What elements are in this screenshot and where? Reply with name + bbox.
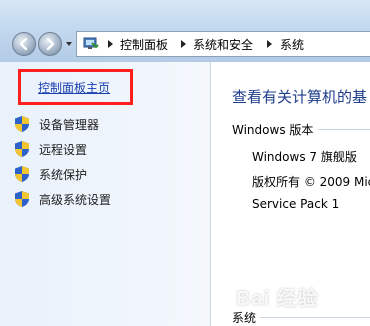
section-divider: [260, 317, 370, 318]
back-arrow-icon: [19, 37, 28, 51]
watermark: Bai 经验: [236, 288, 319, 310]
breadcrumb-separator-icon[interactable]: [267, 40, 272, 48]
breadcrumb-separator-icon[interactable]: [181, 40, 186, 48]
highlight-box: [18, 69, 133, 105]
task-label: 系统保护: [39, 168, 88, 182]
windows-edition-section-title: Windows 版本: [232, 123, 314, 137]
section-divider: [318, 129, 370, 130]
control-panel-icon: [83, 37, 99, 49]
task-device-manager[interactable]: 设备管理器: [14, 114, 204, 134]
pane-divider: [210, 62, 211, 326]
task-remote-settings[interactable]: 远程设置: [14, 139, 204, 159]
task-label: 高级系统设置: [39, 193, 112, 207]
task-system-protection[interactable]: 系统保护: [14, 164, 204, 184]
forward-button[interactable]: [38, 32, 62, 56]
service-pack-text: Service Pack 1: [252, 197, 340, 211]
breadcrumb-control-panel[interactable]: 控制面板: [120, 36, 168, 53]
forward-arrow-icon: [46, 37, 55, 51]
address-bar[interactable]: 控制面板 系统和安全 系统: [76, 31, 370, 57]
uac-shield-icon: [15, 116, 29, 132]
task-label: 设备管理器: [39, 118, 100, 132]
task-label: 远程设置: [39, 143, 88, 157]
uac-shield-icon: [15, 166, 29, 182]
copyright-text: 版权所有 © 2009 Mic: [252, 175, 370, 189]
page-heading: 查看有关计算机的基: [232, 88, 368, 106]
breadcrumb-separator-icon[interactable]: [108, 40, 113, 48]
windows-edition-value: Windows 7 旗舰版: [252, 150, 357, 164]
uac-shield-icon: [15, 141, 29, 157]
breadcrumb-system-security[interactable]: 系统和安全: [193, 36, 253, 53]
system-section-title: 系统: [232, 311, 257, 325]
back-button[interactable]: [12, 32, 36, 56]
breadcrumb-system[interactable]: 系统: [280, 36, 304, 53]
uac-shield-icon: [15, 191, 29, 207]
window-toolbar: 控制面板 系统和安全 系统: [0, 0, 370, 62]
task-advanced-system-settings[interactable]: 高级系统设置: [14, 189, 204, 209]
recent-pages-dropdown-icon[interactable]: [66, 42, 72, 46]
